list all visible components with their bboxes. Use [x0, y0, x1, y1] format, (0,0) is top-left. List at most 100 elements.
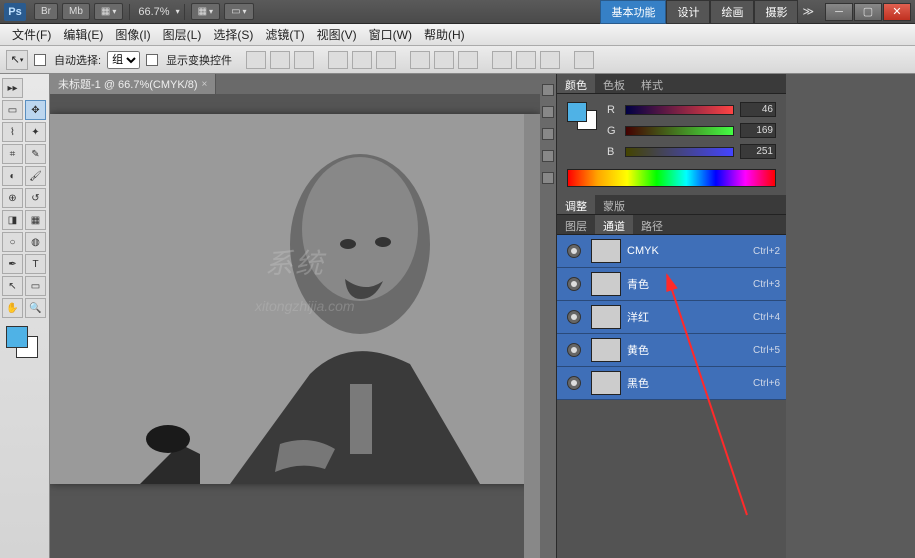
vertical-scrollbar[interactable] [524, 114, 540, 558]
dodge-tool[interactable]: ◍ [25, 232, 46, 252]
view-extras-dropdown[interactable]: ▦▾ [94, 3, 123, 20]
menu-view[interactable]: 视图(V) [311, 24, 363, 45]
foreground-color-swatch[interactable] [6, 326, 28, 348]
pen-tool[interactable]: ✒ [2, 254, 23, 274]
history-brush-tool[interactable]: ↺ [25, 188, 46, 208]
menu-file[interactable]: 文件(F) [6, 24, 57, 45]
document-tab[interactable]: 未标题-1 @ 66.7%(CMYK/8) × [50, 74, 216, 94]
mini-bridge-button[interactable]: Mb [62, 3, 90, 20]
g-slider[interactable] [625, 126, 734, 136]
align-vcenter-button[interactable] [270, 51, 290, 69]
menu-bar: 文件(F) 编辑(E) 图像(I) 图层(L) 选择(S) 滤镜(T) 视图(V… [0, 24, 915, 46]
workspace-more-icon[interactable]: ≫ [802, 5, 814, 18]
move-tool[interactable]: ✥ [25, 100, 46, 120]
panel-icon-button[interactable] [542, 150, 554, 162]
menu-help[interactable]: 帮助(H) [418, 24, 471, 45]
align-top-button[interactable] [246, 51, 266, 69]
distribute-top-button[interactable] [410, 51, 430, 69]
g-value-input[interactable] [740, 123, 776, 138]
align-right-button[interactable] [376, 51, 396, 69]
workspace-painting[interactable]: 绘画 [710, 0, 754, 24]
menu-layer[interactable]: 图层(L) [157, 24, 208, 45]
screen-mode-dropdown[interactable]: ▭▾ [224, 3, 253, 20]
menu-window[interactable]: 窗口(W) [363, 24, 418, 45]
eraser-tool[interactable]: ◨ [2, 210, 23, 230]
canvas[interactable]: 系统 xitongzhijia.com [50, 114, 540, 484]
maximize-button[interactable]: ▢ [854, 3, 882, 21]
tab-layers[interactable]: 图层 [557, 215, 595, 234]
app-titlebar: Ps Br Mb ▦▾ 66.7% ▾ ▦▾ ▭▾ 基本功能 设计 绘画 摄影 … [0, 0, 915, 24]
color-panel-tabs: 颜色 色板 样式 [557, 74, 786, 94]
blur-tool[interactable]: ○ [2, 232, 23, 252]
tab-styles[interactable]: 样式 [633, 74, 671, 93]
show-transform-label: 显示变换控件 [166, 52, 232, 68]
align-hcenter-button[interactable] [352, 51, 372, 69]
distribute-left-button[interactable] [492, 51, 512, 69]
menu-select[interactable]: 选择(S) [207, 24, 259, 45]
color-swatches[interactable] [2, 326, 42, 362]
tab-color[interactable]: 颜色 [557, 74, 595, 93]
magic-wand-tool[interactable]: ✦ [25, 122, 46, 142]
align-bottom-button[interactable] [294, 51, 314, 69]
tab-swatches[interactable]: 色板 [595, 74, 633, 93]
document-tabs: 未标题-1 @ 66.7%(CMYK/8) × [50, 74, 540, 94]
brush-tool[interactable]: 🖌 [25, 166, 46, 186]
b-slider[interactable] [625, 147, 734, 157]
close-button[interactable]: ✕ [883, 3, 911, 21]
shape-tool[interactable]: ▭ [25, 276, 46, 296]
chevron-down-icon[interactable]: ▾ [176, 7, 180, 16]
hand-tool[interactable]: ✋ [2, 298, 23, 318]
menu-image[interactable]: 图像(I) [109, 24, 156, 45]
tab-masks[interactable]: 蒙版 [595, 195, 633, 214]
workspace-photo[interactable]: 摄影 [754, 0, 798, 24]
close-tab-icon[interactable]: × [202, 79, 208, 90]
panel-icon-button[interactable] [542, 172, 554, 184]
workspace-basic[interactable]: 基本功能 [600, 0, 666, 24]
current-tool-icon[interactable]: ↖▾ [6, 50, 28, 70]
panel-icon-button[interactable] [542, 128, 554, 140]
crop-tool[interactable]: ⌗ [2, 144, 23, 164]
auto-align-button[interactable] [574, 51, 594, 69]
auto-select-target[interactable]: 组 [107, 51, 140, 69]
path-select-tool[interactable]: ↖ [2, 276, 23, 296]
auto-select-label: 自动选择: [54, 52, 101, 68]
align-left-button[interactable] [328, 51, 348, 69]
lasso-tool[interactable]: ⌇ [2, 122, 23, 142]
zoom-tool[interactable]: 🔍 [25, 298, 46, 318]
distribute-bottom-button[interactable] [458, 51, 478, 69]
bridge-button[interactable]: Br [34, 3, 58, 20]
r-slider[interactable] [625, 105, 734, 115]
workspace-design[interactable]: 设计 [666, 0, 710, 24]
auto-select-checkbox[interactable] [34, 54, 46, 66]
menu-filter[interactable]: 滤镜(T) [259, 24, 310, 45]
distribute-right-button[interactable] [540, 51, 560, 69]
show-transform-checkbox[interactable] [146, 54, 158, 66]
r-value-input[interactable] [740, 102, 776, 117]
eyedropper-tool[interactable]: ✎ [25, 144, 46, 164]
distribute-vcenter-button[interactable] [434, 51, 454, 69]
align-buttons [246, 51, 314, 69]
r-label: R [607, 104, 619, 116]
type-tool[interactable]: T [25, 254, 46, 274]
color-spectrum[interactable] [567, 169, 776, 187]
minimize-button[interactable]: ─ [825, 3, 853, 21]
b-value-input[interactable] [740, 144, 776, 159]
arrange-docs-dropdown[interactable]: ▦▾ [191, 3, 220, 20]
panel-fg-swatch[interactable] [567, 102, 587, 122]
zoom-level[interactable]: 66.7% [138, 6, 169, 18]
distribute-hcenter-button[interactable] [516, 51, 536, 69]
tab-channels[interactable]: 通道 [595, 215, 633, 234]
panel-icon-button[interactable] [542, 106, 554, 118]
tab-paths[interactable]: 路径 [633, 215, 671, 234]
collapse-toolbox-icon[interactable]: ▸▸ [2, 78, 23, 98]
tab-adjustments[interactable]: 调整 [557, 195, 595, 214]
stamp-tool[interactable]: ⊕ [2, 188, 23, 208]
chevron-down-icon: ▾ [112, 7, 116, 16]
healing-brush-tool[interactable]: ◐ [2, 166, 23, 186]
g-label: G [607, 125, 619, 137]
menu-edit[interactable]: 编辑(E) [57, 24, 109, 45]
marquee-tool[interactable]: ▭ [2, 100, 23, 120]
gradient-tool[interactable]: ▦ [25, 210, 46, 230]
panel-icon-button[interactable] [542, 84, 554, 96]
panel-color-swatches[interactable] [567, 102, 601, 130]
